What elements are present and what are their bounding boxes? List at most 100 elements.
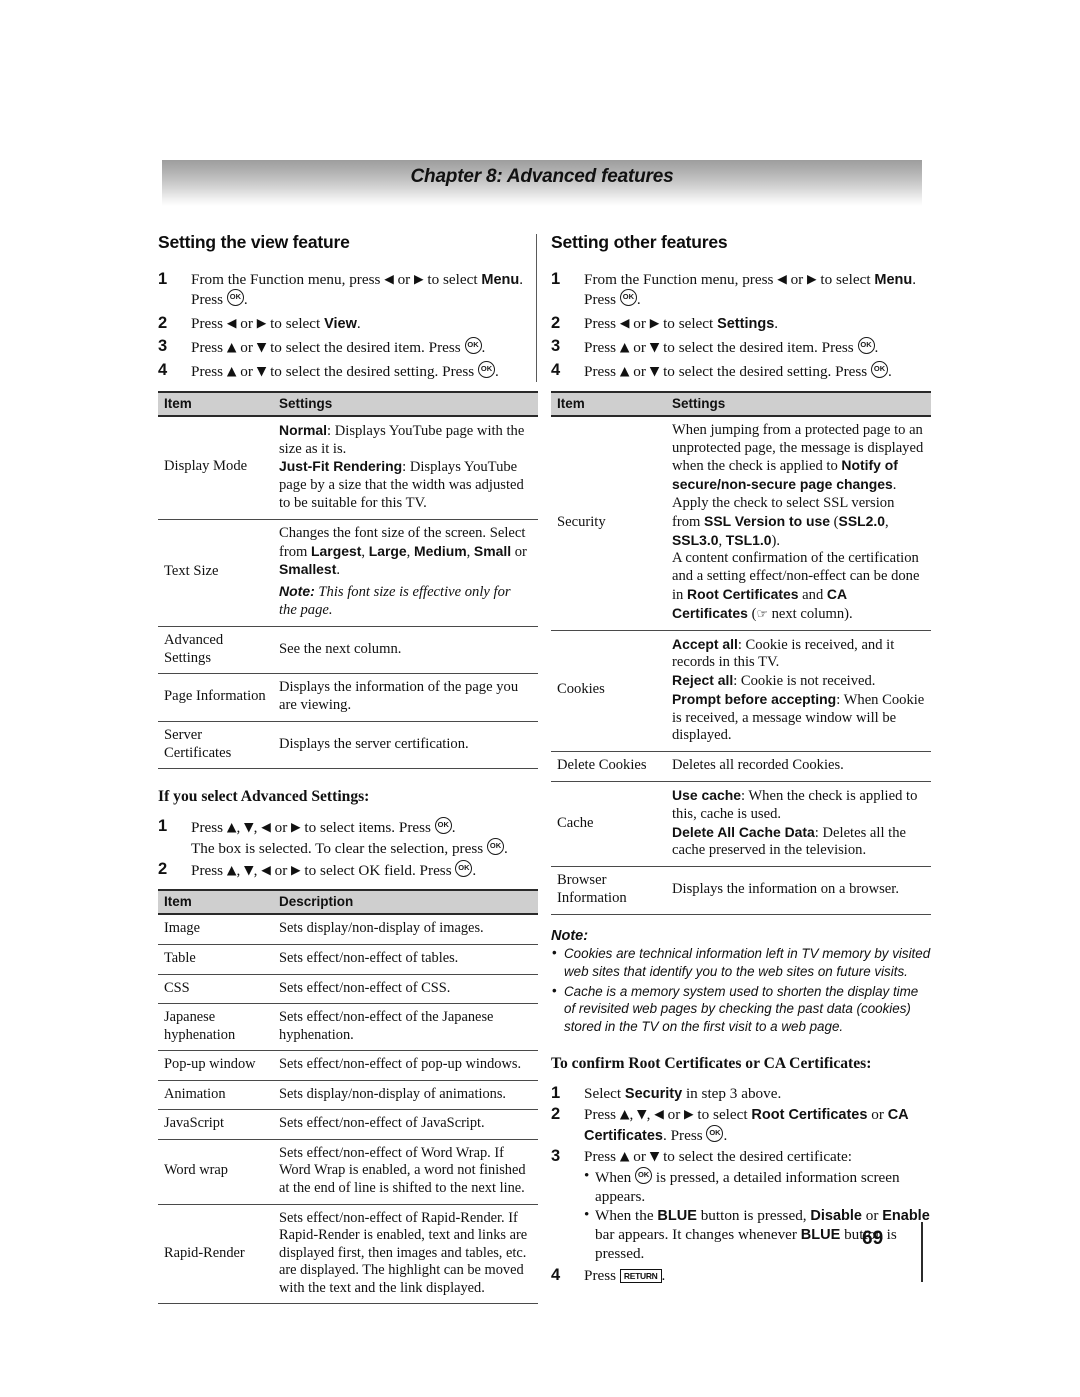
table-cell-description: Sets effect/non-effect of JavaScript. bbox=[273, 1109, 538, 1140]
step-text: Press ▲ or ▼ to select the desired item.… bbox=[584, 337, 879, 357]
step-number: 4 bbox=[551, 1265, 561, 1284]
note-block: Note: Cookies are technical information … bbox=[551, 928, 931, 1036]
table-cell-item: Display Mode bbox=[158, 415, 273, 520]
table-cell-item: CSS bbox=[158, 974, 273, 1005]
steps-advanced-settings: 1 Press ▲, ▼, ◀ or ▶ to select items. Pre… bbox=[158, 817, 538, 880]
step-item: 1 From the Function menu, press ◀ or ▶ to… bbox=[551, 270, 931, 310]
table-header-cell: Item bbox=[551, 390, 666, 417]
table-cell-item: Cookies bbox=[551, 630, 666, 753]
table-row: Server Certificates Displays the server c… bbox=[158, 721, 538, 770]
step-text: From the Function menu, press ◀ or ▶ to … bbox=[191, 271, 524, 309]
table-cell-item: Browser Information bbox=[551, 866, 666, 915]
table-cell-description: Use cache: When the check is applied to … bbox=[666, 781, 931, 868]
step-item: 2 Press ▲, ▼, ◀ or ▶ to select Root Certi… bbox=[551, 1105, 931, 1145]
table-advanced-settings: Item Description Image Sets display/non-dis… bbox=[158, 889, 538, 1305]
table-header-cell: Item bbox=[158, 889, 273, 916]
page-number: 69 bbox=[862, 1228, 884, 1249]
table-row: Animation Sets display/non-display of ani… bbox=[158, 1080, 538, 1111]
table-cell-item: Japanese hyphenation bbox=[158, 1003, 273, 1052]
table-cell-description: Sets effect/non-effect of CSS. bbox=[273, 974, 538, 1005]
step-text: Press ▲ or ▼ to select the desired setti… bbox=[191, 361, 499, 381]
table-cell-description: Sets display/non-display of animations. bbox=[273, 1080, 538, 1111]
table-cell-item: Page Information bbox=[158, 673, 273, 722]
table-row: Page Information Displays the information… bbox=[158, 673, 538, 722]
table-row: Image Sets display/non-display of images. bbox=[158, 914, 538, 945]
step-text: Press ◀ or ▶ to select View. bbox=[191, 314, 361, 332]
table-row: Security When jumping from a protected pa… bbox=[551, 415, 931, 631]
table-cell-item: Pop-up window bbox=[158, 1050, 273, 1081]
step-number: 2 bbox=[551, 313, 561, 332]
step-item: 2 Press ◀ or ▶ to select View. bbox=[158, 314, 538, 333]
step-text: Press ▲ or ▼ to select the desired item.… bbox=[191, 337, 486, 357]
table-row: Cache Use cache: When the check is applie… bbox=[551, 781, 931, 868]
table-cell-description: See the next column. bbox=[273, 626, 538, 675]
table-row: Cookies Accept all: Cookie is received, a… bbox=[551, 630, 931, 753]
table-cell-description: Sets effect/non-effect of tables. bbox=[273, 944, 538, 975]
table-cell-item: Rapid-Render bbox=[158, 1204, 273, 1305]
step-number: 3 bbox=[158, 337, 168, 356]
table-cell-description: Changes the font size of the screen. Sel… bbox=[273, 519, 538, 627]
step-text: From the Function menu, press ◀ or ▶ to … bbox=[584, 271, 917, 309]
step-number: 1 bbox=[158, 817, 168, 836]
step-item: 4 Press ▲ or ▼ to select the desired sett… bbox=[158, 361, 538, 381]
step-text: Select Security in step 3 above. bbox=[584, 1085, 782, 1102]
step-text: Press ▲, ▼, ◀ or ▶ to select OK field. P… bbox=[191, 860, 477, 880]
table-header-row: Item Description bbox=[158, 889, 538, 916]
table-header-row: Item Settings bbox=[551, 390, 931, 417]
table-view-settings: Item Settings Display Mode Normal: Displays… bbox=[158, 390, 538, 770]
table-cell-description: Sets effect/non-effect of the Japanese h… bbox=[273, 1003, 538, 1052]
table-cell-item: Security bbox=[551, 415, 666, 631]
table-cell-item: Cache bbox=[551, 781, 666, 868]
table-cell-item: Advanced Settings bbox=[158, 626, 273, 675]
step-item: 2 Press ▲, ▼, ◀ or ▶ to select OK field. … bbox=[158, 860, 538, 880]
table-row: Japanese hyphenation Sets effect/non-effe… bbox=[158, 1003, 538, 1052]
step-item: 3 Press ▲ or ▼ to select the desired item… bbox=[158, 337, 538, 357]
table-row: JavaScript Sets effect/non-effect of Java… bbox=[158, 1109, 538, 1140]
table-cell-item: Table bbox=[158, 944, 273, 975]
table-header-cell: Settings bbox=[666, 390, 931, 417]
section-heading-view-feature: Setting the view feature bbox=[158, 232, 350, 252]
step-item: 1 Press ▲, ▼, ◀ or ▶ to select items. Pre… bbox=[158, 817, 538, 858]
table-cell-description: Sets effect/non-effect of Rapid-Render. … bbox=[273, 1204, 538, 1305]
step-number: 4 bbox=[158, 361, 168, 380]
step-number: 1 bbox=[551, 270, 561, 288]
table-cell-description: Sets effect/non-effect of Word Wrap. If … bbox=[273, 1139, 538, 1205]
table-cell-item: Image bbox=[158, 914, 273, 945]
step-item: 4 Press ▲ or ▼ to select the desired sett… bbox=[551, 361, 931, 381]
table-row: Rapid-Render Sets effect/non-effect of Ra… bbox=[158, 1204, 538, 1305]
note-list: Cookies are technical information left i… bbox=[551, 944, 931, 1036]
step-item: 1 From the Function menu, press ◀ or ▶ to… bbox=[158, 270, 538, 310]
steps-view-feature: 1 From the Function menu, press ◀ or ▶ to… bbox=[158, 270, 538, 382]
subheading-confirm-certificates: To confirm Root Certificates or CA Certi… bbox=[551, 1055, 872, 1072]
table-other-settings: Item Settings Security When jumping from a … bbox=[551, 390, 931, 915]
step-text: Press ▲, ▼, ◀ or ▶ to select items. Pres… bbox=[191, 817, 508, 857]
table-cell-item: Server Certificates bbox=[158, 721, 273, 770]
chapter-banner: Chapter 8: Advanced features bbox=[162, 160, 922, 206]
table-row: Pop-up window Sets effect/non-effect of p… bbox=[158, 1050, 538, 1081]
step-number: 1 bbox=[158, 270, 168, 288]
step-text: Press ▲, ▼, ◀ or ▶ to select Root Certif… bbox=[584, 1106, 909, 1144]
page-edge-rule bbox=[921, 1222, 923, 1282]
table-row: Browser Information Displays the informat… bbox=[551, 866, 931, 915]
table-cell-item: Delete Cookies bbox=[551, 751, 666, 783]
table-row: Delete Cookies Deletes all recorded Cooki… bbox=[551, 751, 931, 783]
note-item: Cache is a memory system used to shorten… bbox=[551, 982, 931, 1036]
table-header-row: Item Settings bbox=[158, 390, 538, 417]
steps-confirm-certificates: 1 Select Security in step 3 above. 2 Press … bbox=[551, 1084, 931, 1285]
table-cell-description: Accept all: Cookie is received, and it r… bbox=[666, 630, 931, 753]
note-title: Note: bbox=[551, 927, 589, 944]
table-cell-item: Text Size bbox=[158, 519, 273, 627]
table-cell-description: Displays the information of the page you… bbox=[273, 673, 538, 722]
right-column: Setting other features 1 From the Functio… bbox=[551, 232, 931, 1287]
step-text: Press ▲ or ▼ to select the desired setti… bbox=[584, 361, 892, 381]
step-number: 3 bbox=[551, 1147, 561, 1166]
table-cell-description: When jumping from a protected page to an… bbox=[666, 415, 931, 631]
step-number: 1 bbox=[551, 1084, 561, 1102]
table-header-cell: Description bbox=[273, 889, 538, 916]
table-row: Text Size Changes the font size of the sc… bbox=[158, 519, 538, 627]
table-cell-description: Displays the information on a browser. bbox=[666, 866, 931, 915]
step-text: Press ◀ or ▶ to select Settings. bbox=[584, 314, 779, 332]
table-cell-description: Sets display/non-display of images. bbox=[273, 914, 538, 945]
step-number: 4 bbox=[551, 361, 561, 380]
note-item: Cookies are technical information left i… bbox=[551, 944, 931, 981]
